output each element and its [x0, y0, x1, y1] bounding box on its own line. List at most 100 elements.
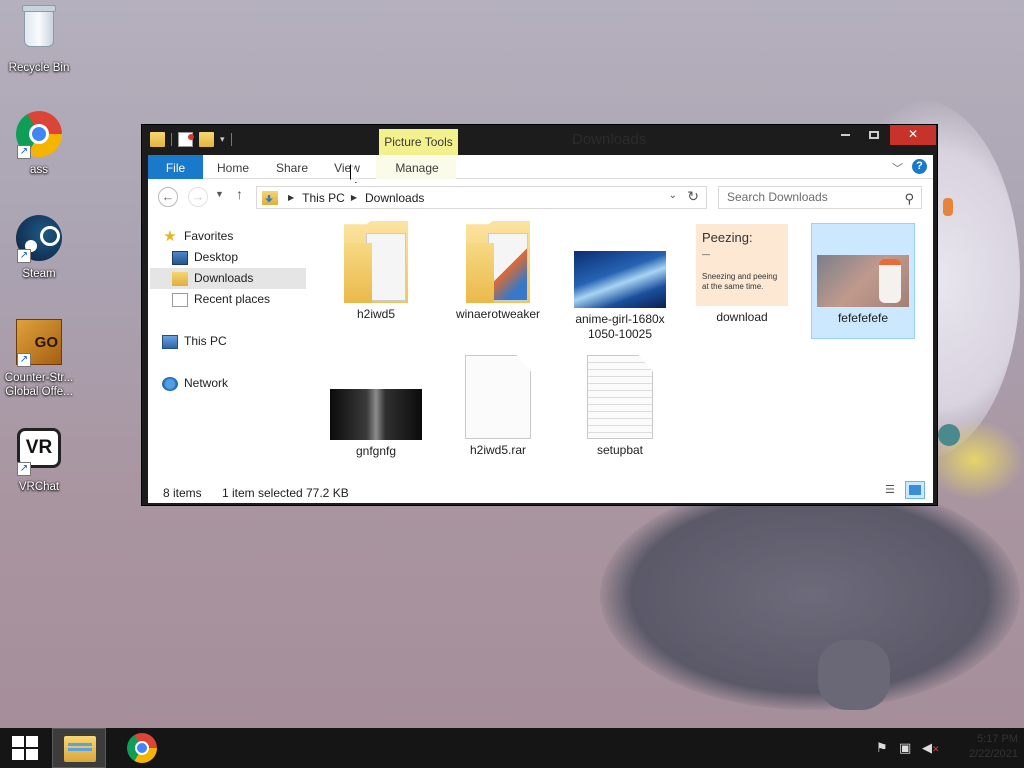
minimize-button[interactable]	[832, 125, 858, 145]
breadcrumb-chevron-icon[interactable]: ▶	[288, 193, 294, 202]
network-icon	[162, 376, 178, 391]
taskbar-chrome[interactable]	[108, 728, 176, 768]
address-dropdown-icon[interactable]: ⌄	[669, 190, 677, 201]
shortcut-arrow-icon: ↗	[17, 249, 31, 263]
windows-logo-icon	[12, 736, 38, 760]
close-button[interactable]: ✕	[890, 125, 936, 145]
recycle-bin-icon	[15, 5, 63, 57]
recent-places-icon	[172, 292, 188, 307]
file-explorer-icon	[64, 736, 96, 762]
file-item-fefefefefe[interactable]: fefefefefe	[811, 223, 915, 339]
image-thumbnail	[574, 251, 666, 308]
nav-label: Recent places	[194, 292, 271, 306]
desktop-icon-csgo[interactable]: GO ↗ Counter-Str... Global Offe...	[1, 318, 77, 399]
recent-locations-chevron-icon[interactable]: ▼	[215, 189, 224, 199]
maximize-icon	[869, 130, 879, 139]
ribbon-tabs: File Home Share View Manage ﹀ ?	[148, 155, 933, 179]
desktop-icon	[172, 250, 188, 265]
volume-muted-icon[interactable]: ◀✕	[922, 740, 940, 756]
desktop-icon-recycle-bin[interactable]: Recycle Bin	[1, 4, 77, 75]
file-name: setupbat	[596, 443, 644, 457]
shortcut-arrow-icon: ↗	[17, 353, 31, 367]
back-button[interactable]: ←	[158, 187, 178, 207]
search-input[interactable]: Search Downloads ⚲	[718, 186, 922, 209]
tab-manage[interactable]: Manage	[386, 155, 448, 179]
file-item-winaerotweaker[interactable]: winaerotweaker	[446, 215, 550, 322]
expand-ribbon-chevron-icon[interactable]: ﹀	[892, 160, 903, 176]
up-button[interactable]: ↑	[236, 186, 243, 202]
chrome-icon: ↗	[15, 111, 63, 159]
tab-home[interactable]: Home	[212, 155, 254, 179]
nav-label: This PC	[184, 334, 227, 348]
new-folder-icon[interactable]	[199, 132, 214, 147]
title-bar[interactable]: ▾ Picture Tools Downloads ✕	[142, 125, 937, 155]
nav-item-network[interactable]: Network	[162, 373, 302, 394]
customize-toolbar-icon[interactable]: ▾	[220, 134, 225, 145]
nav-item-recent-places[interactable]: Recent places	[172, 289, 302, 310]
file-item-h2iwd5[interactable]: h2iwd5	[324, 215, 428, 322]
navigation-pane: ★ Favorites Desktop Downloads Recent pla…	[148, 215, 308, 487]
wallpaper-paw	[818, 640, 890, 710]
large-icons-view-icon[interactable]	[905, 481, 925, 499]
file-item-download[interactable]: Peezing: — Sneezing and peeing at the sa…	[690, 215, 794, 325]
content-area: ★ Favorites Desktop Downloads Recent pla…	[148, 215, 933, 487]
search-icon[interactable]: ⚲	[904, 188, 914, 209]
image-thumbnail	[330, 389, 422, 440]
picture-tools-context-tab: Picture Tools	[379, 129, 458, 155]
thumbnail-title: Peezing:	[702, 230, 753, 245]
address-bar[interactable]: ▶ This PC ▶ Downloads ⌄ ↻	[256, 186, 707, 209]
refresh-icon[interactable]: ↻	[687, 188, 699, 205]
network-tray-icon[interactable]: ▣	[899, 740, 911, 756]
file-name-line1: anime-girl-1680x	[575, 312, 665, 326]
nav-label: Network	[184, 376, 229, 390]
desktop-icon-label-line2: Global Offe...	[5, 386, 73, 398]
chrome-icon	[127, 733, 157, 763]
item-count: 8 items	[163, 486, 202, 500]
downloads-folder-icon	[262, 190, 278, 205]
folder-icon[interactable]	[150, 132, 165, 147]
nav-item-favorites[interactable]: ★ Favorites	[162, 226, 302, 247]
csgo-icon: GO ↗	[15, 319, 63, 367]
breadcrumb-this-pc[interactable]: This PC	[302, 191, 345, 205]
close-icon: ✕	[907, 127, 919, 141]
selection-size: 77.2 KB	[306, 486, 349, 500]
quick-access-toolbar: ▾	[150, 132, 232, 147]
properties-icon[interactable]	[178, 132, 194, 147]
file-item-h2iwd5-rar[interactable]: h2iwd5.rar	[446, 347, 550, 458]
clock-time: 5:17 PM	[977, 733, 1018, 745]
image-thumbnail	[817, 255, 909, 307]
file-name: winaerotweaker	[455, 307, 541, 321]
taskbar-file-explorer[interactable]	[52, 728, 106, 768]
window-title: Downloads	[572, 131, 647, 148]
selection-status: 1 item selected	[222, 486, 303, 500]
desktop-icon-chrome-shortcut[interactable]: ↗ ass	[1, 110, 77, 177]
desktop-icon-label: Steam	[22, 268, 56, 280]
file-item-gnfgnfg[interactable]: gnfgnfg	[324, 347, 428, 459]
thumbnail-text: Sneezing and peeing at the same time.	[702, 272, 778, 291]
desktop-icon-label: ass	[30, 164, 48, 176]
taskbar: ⚑ ▣ ◀✕ 5:17 PM 2/22/2021	[0, 728, 1024, 768]
folder-icon	[344, 221, 408, 303]
help-icon[interactable]: ?	[912, 159, 927, 174]
vrchat-icon: VR ↗	[15, 428, 63, 476]
tab-share[interactable]: Share	[272, 155, 312, 179]
maximize-button[interactable]	[861, 125, 887, 145]
start-button[interactable]	[0, 728, 50, 768]
forward-button[interactable]: →	[188, 187, 208, 207]
breadcrumb-chevron-icon[interactable]: ▶	[351, 193, 357, 202]
shortcut-arrow-icon: ↗	[17, 462, 31, 476]
clock-date: 2/22/2021	[969, 748, 1018, 760]
action-center-flag-icon[interactable]: ⚑	[876, 740, 888, 756]
desktop-icon-vrchat[interactable]: VR ↗ VRChat	[1, 424, 77, 494]
system-clock[interactable]: 5:17 PM 2/22/2021	[952, 732, 1018, 762]
desktop-icon-steam[interactable]: ↗ Steam	[1, 214, 77, 281]
details-view-icon[interactable]: ☰	[885, 483, 903, 499]
nav-item-this-pc[interactable]: This PC	[162, 331, 302, 352]
nav-item-downloads[interactable]: Downloads	[150, 268, 306, 289]
wallpaper-creature	[600, 480, 1020, 710]
tab-file[interactable]: File	[148, 155, 203, 179]
nav-item-desktop[interactable]: Desktop	[172, 247, 302, 268]
file-item-setupbat[interactable]: setupbat	[568, 347, 672, 458]
breadcrumb-downloads[interactable]: Downloads	[365, 191, 424, 205]
file-item-anime-girl[interactable]: anime-girl-1680x 1050-10025	[568, 215, 672, 342]
